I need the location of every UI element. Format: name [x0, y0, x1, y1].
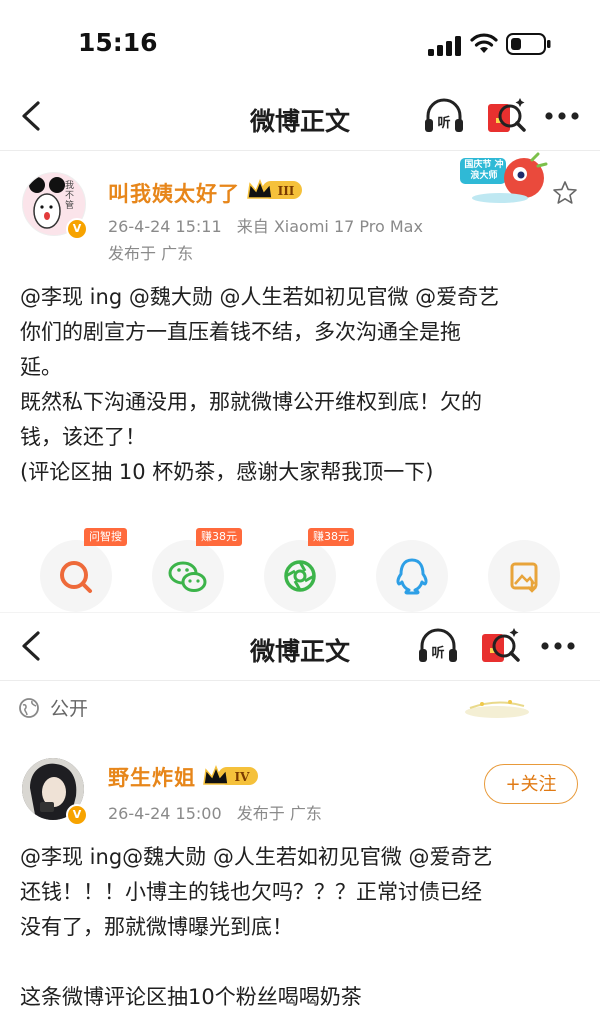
red-packet-search-icon[interactable]	[484, 94, 528, 138]
post1-line: (评论区抽 10 杯奶茶，感谢大家帮我顶一下)	[20, 460, 434, 484]
post2-username[interactable]: 野生炸姐	[108, 762, 196, 792]
share-bar: 问智搜 赚38元 赚38元	[0, 528, 600, 612]
visibility-label: 公开	[50, 698, 89, 720]
post2-line: 这条微博评论区抽10个粉丝喝喝奶茶	[20, 985, 362, 1009]
share-save-image-button[interactable]	[488, 540, 560, 612]
post1-line: @李现 ing @魏大勋 @人生若如初见官微 @爱奇艺	[20, 285, 500, 309]
share-qq-button[interactable]	[376, 540, 448, 612]
holiday-badge[interactable]: 国庆节 冲浪大师	[460, 152, 552, 208]
post1-location: 发布于 广东	[108, 244, 194, 263]
avatar-caption: 我不管	[65, 181, 75, 211]
signal-icon	[428, 36, 461, 56]
verified-badge-icon: V	[66, 804, 88, 826]
battery-icon	[506, 33, 551, 55]
more-icon[interactable]	[540, 94, 584, 138]
qq-icon	[396, 558, 428, 595]
post1-line: 延。	[20, 355, 62, 379]
post2-meta: 26-4-24 15:00 发布于 广东	[108, 800, 322, 824]
listen-icon[interactable]: 听	[416, 624, 460, 668]
svg-text:听: 听	[437, 115, 450, 131]
nav-bar-second: 微博正文 听	[0, 612, 600, 682]
share-tag: 问智搜	[84, 528, 127, 546]
svg-text:听: 听	[431, 645, 444, 661]
save-image-icon	[510, 562, 538, 593]
post1-meta: 26-4-24 15:11 来自 Xiaomi 17 Pro Max	[108, 213, 423, 237]
red-packet-search-icon[interactable]	[478, 624, 522, 668]
nav-bar-top: 微博正文 听	[0, 82, 600, 152]
post1-username[interactable]: 叫我姨太好了	[108, 178, 240, 208]
visibility-row: 公开	[18, 694, 88, 724]
share-tag: 赚38元	[308, 528, 354, 546]
post2-line: @李现 ing@魏大勋 @人生若如初见官微 @爱奇艺	[20, 845, 493, 869]
listen-icon[interactable]: 听	[422, 94, 466, 138]
favorite-star-icon[interactable]	[552, 180, 578, 206]
divider	[0, 150, 600, 151]
share-moments-button[interactable]	[264, 540, 336, 612]
verified-badge-icon: V	[66, 218, 88, 240]
more-icon[interactable]	[536, 624, 580, 668]
post1-device: 来自 Xiaomi 17 Pro Max	[236, 217, 423, 236]
decorative-sparkle-icon	[465, 700, 529, 718]
membership-crown-icon[interactable]: III	[246, 178, 304, 202]
holiday-badge-text: 国庆节 冲浪大师	[464, 160, 504, 181]
moments-icon	[284, 560, 316, 592]
post1-line: 既然私下沟通没用，那就微博公开维权到底！欠的	[20, 390, 482, 414]
share-wechat-button[interactable]	[152, 540, 224, 612]
post1-line: 你们的剧宣方一直压着钱不结，多次沟通全是拖	[20, 320, 461, 344]
globe-icon	[19, 698, 39, 718]
post2-body: @李现 ing@魏大勋 @人生若如初见官微 @爱奇艺 还钱！！！小博主的钱也欠吗…	[20, 840, 585, 1015]
follow-button[interactable]: +关注	[484, 764, 578, 804]
share-tag: 赚38元	[196, 528, 242, 546]
post2-line: 没有了，那就微博曝光到底！	[20, 915, 293, 939]
membership-crown-icon[interactable]: IV	[202, 764, 260, 788]
share-ai-search-button[interactable]	[40, 540, 112, 612]
post2-location: 发布于 广东	[236, 804, 322, 823]
wifi-icon	[470, 33, 498, 53]
post2-line	[20, 945, 585, 980]
ai-search-icon	[60, 561, 92, 593]
post1-datetime: 26-4-24 15:11	[108, 217, 222, 236]
status-bar: 15:16	[0, 0, 600, 88]
level-text: IV	[235, 770, 251, 784]
post1-line: 钱，该还了！	[20, 425, 146, 449]
post2-line: 还钱！！！小博主的钱也欠吗？？？正常讨债已经	[20, 880, 482, 904]
status-time: 15:16	[78, 28, 158, 57]
divider	[0, 680, 600, 681]
level-text: III	[278, 184, 295, 198]
post1-body: @李现 ing @魏大勋 @人生若如初见官微 @爱奇艺 你们的剧宣方一直压着钱不…	[20, 280, 585, 490]
wechat-icon	[168, 561, 207, 592]
post2-datetime: 26-4-24 15:00	[108, 804, 222, 823]
